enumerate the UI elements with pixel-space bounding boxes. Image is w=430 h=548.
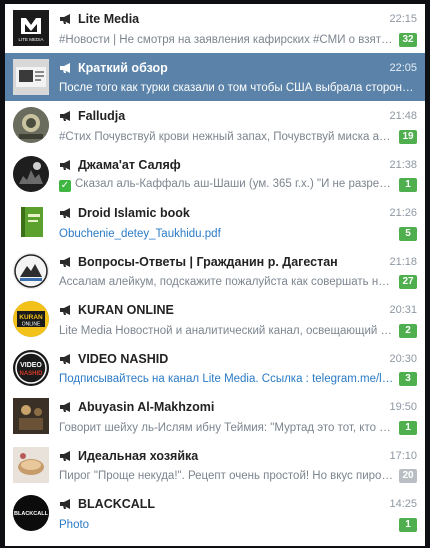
chat-preview-photo: Photo	[59, 518, 90, 531]
chat-title: Джама'ат Саляф	[78, 157, 181, 172]
photo-avatar-icon	[13, 446, 49, 483]
chat-preview: Говорит шейху ль-Ислям ибну Теймия: "Мур…	[59, 421, 394, 434]
lite-media-logo-icon: LITE MEDIA	[13, 10, 49, 46]
mountain-avatar-icon	[13, 252, 49, 289]
kuran-online-logo-icon: KURAN ONLINE	[13, 301, 49, 337]
chat-list[interactable]: LITE MEDIA Lite Media 22:15 #Новости | Н…	[5, 4, 425, 538]
chat-title: Краткий обзор	[78, 60, 168, 75]
channel-megaphone-icon	[60, 62, 70, 73]
chat-time: 20:31	[389, 304, 417, 316]
chat-time: 21:26	[389, 207, 417, 219]
channel-megaphone-icon	[60, 256, 70, 267]
svg-text:KURAN: KURAN	[19, 314, 43, 321]
chat-item-abuyasin[interactable]: Abuyasin Al-Makhzomi 19:50 Говорит шейху…	[5, 392, 425, 441]
unread-badge: 5	[399, 226, 417, 241]
channel-megaphone-icon	[60, 499, 70, 509]
chat-time: 21:38	[389, 158, 417, 171]
chat-title: Lite Media	[78, 12, 140, 26]
chat-time: 22:15	[389, 13, 417, 25]
svg-text:ONLINE: ONLINE	[22, 322, 41, 328]
photo-avatar-icon	[13, 398, 49, 434]
unread-badge: 32	[399, 32, 417, 47]
channel-megaphone-icon	[60, 353, 70, 364]
chat-title: Вопросы-Ответы | Гражданин р. Дагестан	[78, 254, 338, 269]
channel-megaphone-icon	[60, 14, 70, 24]
channel-megaphone-icon	[60, 402, 70, 412]
unread-badge: 19	[399, 129, 417, 144]
book-avatar-icon	[13, 204, 49, 240]
unread-badge: 3	[399, 372, 417, 386]
chat-time: 19:50	[389, 401, 417, 413]
avatar	[13, 58, 49, 95]
unread-badge: 27	[399, 275, 417, 289]
chat-title: Droid Islamic book	[78, 206, 190, 220]
chat-item-falludja[interactable]: Falludja 21:48 #Стих Почувствуй крови не…	[5, 101, 425, 150]
chat-time: 21:18	[389, 255, 417, 268]
chat-preview: Пирог "Проще некуда!". Рецепт очень прос…	[59, 470, 394, 482]
channel-megaphone-icon	[60, 159, 70, 170]
chat-time: 14:25	[389, 498, 417, 510]
chat-preview: ✓ Сказал аль-Каффаль аш-Шаши (ум. 365 г.х…	[59, 178, 394, 192]
chat-preview: #Новости | Не смотря на заявления кафирс…	[59, 33, 394, 46]
unread-badge: 1	[399, 517, 417, 532]
channel-megaphone-icon	[60, 450, 70, 461]
avatar: BLACKCALL	[13, 495, 49, 531]
svg-text:LITE MEDIA: LITE MEDIA	[18, 37, 43, 42]
unread-badge-muted: 20	[399, 469, 417, 483]
chat-time: 21:48	[389, 110, 417, 122]
svg-text:VIDEO: VIDEO	[20, 362, 42, 369]
chat-item-lite-media[interactable]: LITE MEDIA Lite Media 22:15 #Новости | Н…	[5, 4, 425, 53]
chat-title: VIDEO NASHID	[78, 351, 169, 366]
blackcall-logo-icon: BLACKCALL	[13, 495, 49, 531]
avatar	[13, 204, 49, 240]
chat-item-idealnaya-hozyaika[interactable]: Идеальная хозяйка 17:10 Пирог "Проще нек…	[5, 440, 425, 489]
unread-badge: 2	[399, 323, 417, 338]
chat-item-video-nashid[interactable]: VIDEO NASHID VIDEO NASHID 20:30 Подписыв…	[5, 343, 425, 392]
chat-title: Идеальная хозяйка	[78, 448, 199, 463]
chat-time: 17:10	[389, 449, 417, 462]
chat-item-kuran-online[interactable]: KURAN ONLINE KURAN ONLINE 20:31 Lite Med…	[5, 295, 425, 344]
avatar	[13, 446, 49, 483]
photo-avatar-icon	[13, 58, 49, 95]
chat-title: BLACKCALL	[78, 497, 156, 511]
chat-list-window: LITE MEDIA Lite Media 22:15 #Новости | Н…	[5, 4, 425, 546]
avatar	[13, 252, 49, 289]
svg-text:NASHID: NASHID	[19, 371, 43, 377]
chat-item-kratkiy-obzor[interactable]: Краткий обзор 22:05 После того как турки…	[5, 52, 425, 101]
channel-megaphone-icon	[60, 208, 70, 218]
chat-item-droid-islamic-book[interactable]: Droid Islamic book 21:26 Obuchenie_detey…	[5, 198, 425, 247]
unread-badge: 1	[399, 420, 417, 435]
avatar: VIDEO NASHID	[13, 349, 49, 386]
channel-megaphone-icon	[60, 111, 70, 121]
chat-item-voprosy-otvety[interactable]: Вопросы-Ответы | Гражданин р. Дагестан 2…	[5, 246, 425, 295]
photo-avatar-icon	[13, 107, 49, 143]
chat-preview: После того как турки сказали о том чтобы…	[59, 82, 417, 94]
avatar	[13, 107, 49, 143]
chat-item-jamaat-salyaf[interactable]: Джама'ат Саляф 21:38 ✓ Сказал аль-Каффаль…	[5, 149, 425, 198]
chat-item-blackcall[interactable]: BLACKCALL BLACKCALL 14:25 Photo 1	[5, 489, 425, 538]
chat-preview: Подписывайтесь на канал Lite Media. Ссыл…	[59, 373, 394, 385]
svg-text:BLACKCALL: BLACKCALL	[14, 511, 49, 517]
avatar: KURAN ONLINE	[13, 301, 49, 337]
avatar	[13, 398, 49, 434]
avatar: LITE MEDIA	[13, 10, 49, 46]
chat-title: KURAN ONLINE	[78, 303, 174, 317]
photo-avatar-icon	[13, 155, 49, 192]
chat-preview: Ассалам алейкум, подскажите пожалуйста к…	[59, 276, 394, 288]
checkmark-icon: ✓	[59, 180, 71, 192]
unread-badge: 1	[399, 178, 417, 192]
chat-time: 22:05	[389, 61, 417, 74]
avatar	[13, 155, 49, 192]
chat-preview-file: Obuchenie_detey_Taukhidu.pdf	[59, 227, 221, 240]
video-nashid-logo-icon: VIDEO NASHID	[13, 349, 49, 386]
channel-megaphone-icon	[60, 305, 70, 315]
chat-title: Falludja	[78, 109, 126, 123]
chat-time: 20:30	[389, 352, 417, 365]
chat-preview: Lite Media Новостной и аналитический кан…	[59, 324, 394, 337]
chat-title: Abuyasin Al-Makhzomi	[78, 400, 215, 414]
chat-preview: #Стих Почувствуй крови нежный запах, Поч…	[59, 130, 394, 143]
